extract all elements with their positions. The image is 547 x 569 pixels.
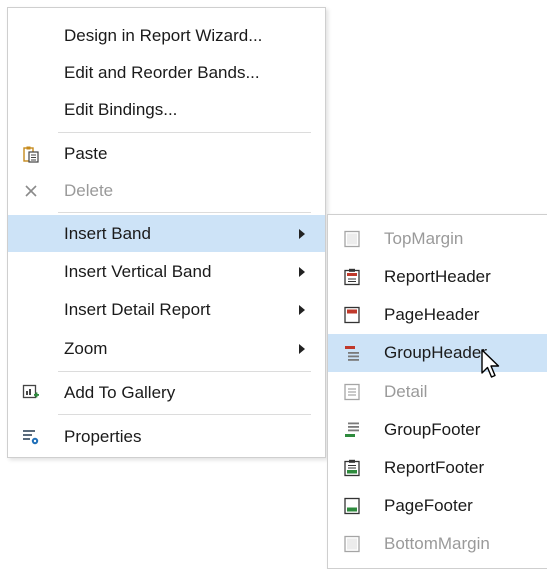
insert-band-submenu: TopMargin ReportHeader PageHeader GroupH…	[327, 214, 547, 569]
bottom-margin-icon	[343, 535, 361, 553]
menu-item-edit-and-reorder-bands[interactable]: Edit and Reorder Bands...	[8, 55, 325, 91]
menu-item-design-in-report-wizard[interactable]: Design in Report Wizard...	[8, 18, 325, 54]
menu-item-label: ReportHeader	[384, 266, 491, 286]
menu-item-label: Edit and Reorder Bands...	[64, 63, 260, 82]
menu-item-label: Delete	[64, 181, 114, 200]
submenu-item-group-header[interactable]: GroupHeader	[328, 334, 547, 372]
context-menu: Design in Report Wizard... Edit and Reor…	[7, 7, 326, 458]
menu-item-properties[interactable]: Properties	[8, 418, 325, 455]
submenu-arrow-icon	[299, 343, 305, 354]
submenu-item-page-footer[interactable]: PageFooter	[328, 487, 547, 524]
menu-item-paste[interactable]: Paste	[8, 136, 325, 172]
menu-separator	[58, 371, 311, 372]
properties-icon	[22, 428, 40, 446]
menu-item-label: Detail	[384, 381, 428, 401]
paste-icon	[22, 145, 40, 163]
menu-separator	[58, 132, 311, 133]
detail-icon	[343, 383, 361, 401]
submenu-item-top-margin[interactable]: TopMargin	[328, 220, 547, 257]
menu-item-delete[interactable]: Delete	[8, 173, 325, 209]
report-header-icon	[343, 268, 361, 286]
menu-item-add-to-gallery[interactable]: Add To Gallery	[8, 374, 325, 411]
menu-separator	[58, 414, 311, 415]
submenu-arrow-icon	[299, 228, 305, 239]
menu-item-insert-vertical-band[interactable]: Insert Vertical Band	[8, 253, 325, 290]
menu-item-label: Edit Bindings...	[64, 100, 178, 119]
menu-item-label: Insert Detail Report	[64, 299, 211, 319]
menu-item-label: Insert Band	[64, 223, 151, 243]
menu-item-edit-bindings[interactable]: Edit Bindings...	[8, 92, 325, 128]
menu-item-label: Insert Vertical Band	[64, 261, 212, 281]
menu-item-label: PageFooter	[384, 495, 473, 515]
submenu-item-group-footer[interactable]: GroupFooter	[328, 411, 547, 448]
menu-item-label: TopMargin	[384, 228, 464, 248]
menu-item-label: BottomMargin	[384, 533, 490, 553]
menu-item-label: Design in Report Wizard...	[64, 26, 263, 45]
menu-item-label: Properties	[64, 426, 142, 446]
submenu-arrow-icon	[299, 266, 305, 277]
submenu-item-bottom-margin[interactable]: BottomMargin	[328, 525, 547, 562]
menu-item-label: GroupFooter	[384, 419, 481, 439]
menu-item-insert-band[interactable]: Insert Band	[8, 215, 325, 252]
submenu-arrow-icon	[299, 304, 305, 315]
group-footer-icon	[343, 421, 361, 439]
mouse-pointer-icon	[481, 349, 500, 378]
menu-separator	[58, 212, 311, 213]
menu-item-label: Zoom	[64, 338, 108, 358]
submenu-item-report-header[interactable]: ReportHeader	[328, 258, 547, 295]
delete-icon	[22, 182, 40, 200]
menu-item-insert-detail-report[interactable]: Insert Detail Report	[8, 291, 325, 328]
report-footer-icon	[343, 459, 361, 477]
submenu-item-detail[interactable]: Detail	[328, 373, 547, 410]
menu-item-label: Add To Gallery	[64, 382, 176, 402]
menu-item-zoom[interactable]: Zoom	[8, 330, 325, 367]
group-header-icon	[343, 344, 361, 362]
menu-item-label: PageHeader	[384, 304, 480, 324]
page-header-icon	[343, 306, 361, 324]
menu-item-label: GroupHeader	[384, 343, 488, 362]
add-to-gallery-icon	[22, 384, 40, 402]
menu-item-label: ReportFooter	[384, 457, 485, 477]
page-footer-icon	[343, 497, 361, 515]
submenu-item-report-footer[interactable]: ReportFooter	[328, 449, 547, 486]
submenu-item-page-header[interactable]: PageHeader	[328, 296, 547, 333]
menu-item-label: Paste	[64, 144, 108, 163]
top-margin-icon	[343, 230, 361, 248]
